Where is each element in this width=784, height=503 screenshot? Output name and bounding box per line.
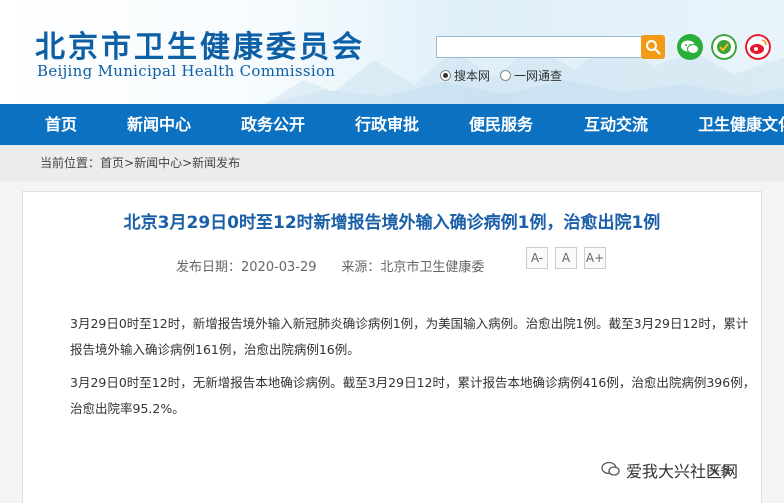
article-source: 北京市卫生健康委 [380,260,485,275]
search-scope-options: 搜本网 一网通查 [440,67,572,84]
font-increase-button[interactable]: A+ [584,247,606,269]
search-button[interactable] [641,35,665,59]
article-paragraph: 3月29日0时至12时，新增报告境外输入新冠肺炎确诊病例1例，为美国输入病例。治… [70,316,749,357]
breadcrumb-separator: > [182,156,193,170]
article-paragraph: 3月29日0时至12时，无新增报告本地确诊病例。截至3月29日12时，累计报告本… [70,375,756,416]
nav-item-government[interactable]: 政务公开 [241,104,305,145]
weibo-icon[interactable] [745,34,771,60]
breadcrumb-release[interactable]: 新闻发布 [192,156,240,170]
font-default-button[interactable]: A [555,247,577,269]
wechat-watermark-icon [601,461,620,476]
site-logo-subtitle[interactable]: Beijing Municipal Health Commission [37,62,335,80]
radio-all-search[interactable] [500,70,512,81]
nav-item-culture[interactable]: 卫生健康文化 [698,104,784,145]
site-header: 北京市卫生健康委员会 Beijing Municipal Health Comm… [0,0,784,104]
nav-item-home[interactable]: 首页 [45,104,77,145]
nav-item-services[interactable]: 便民服务 [469,104,533,145]
search-icon [646,40,661,55]
source-label: 来源： [341,260,381,275]
breadcrumb-separator: > [124,156,135,170]
radio-all-search-label[interactable]: 一网通查 [514,67,562,84]
nav-item-approval[interactable]: 行政审批 [355,104,419,145]
radio-site-search-label[interactable]: 搜本网 [454,67,490,84]
nav-item-news[interactable]: 新闻中心 [127,104,191,145]
date-label: 发布日期： [176,260,242,275]
main-nav: 首页 新闻中心 政务公开 行政审批 便民服务 互动交流 卫生健康文化 [0,104,784,145]
article-meta: 发布日期：2020-03-29 来源：北京市卫生健康委 [176,256,484,275]
breadcrumb-label: 当前位置： [40,156,101,170]
breadcrumb-news[interactable]: 新闻中心 [134,156,182,170]
health-app-icon[interactable] [711,34,737,60]
breadcrumb-home[interactable]: 首页 [100,156,124,170]
wechat-icon[interactable] [677,34,703,60]
watermark-sub: 头条 [708,464,733,478]
font-decrease-button[interactable]: A- [526,247,548,269]
article-title: 北京3月29日0时至12时新增报告境外输入确诊病例1例，治愈出院1例 [123,213,661,233]
nav-item-interaction[interactable]: 互动交流 [584,104,648,145]
publish-date: 2020-03-29 [241,260,317,275]
site-logo-title[interactable]: 北京市卫生健康委员会 [35,22,365,66]
search-input[interactable] [436,36,642,58]
radio-site-search[interactable] [440,70,451,81]
breadcrumb: 当前位置：首页>新闻中心>新闻发布 [40,154,240,171]
